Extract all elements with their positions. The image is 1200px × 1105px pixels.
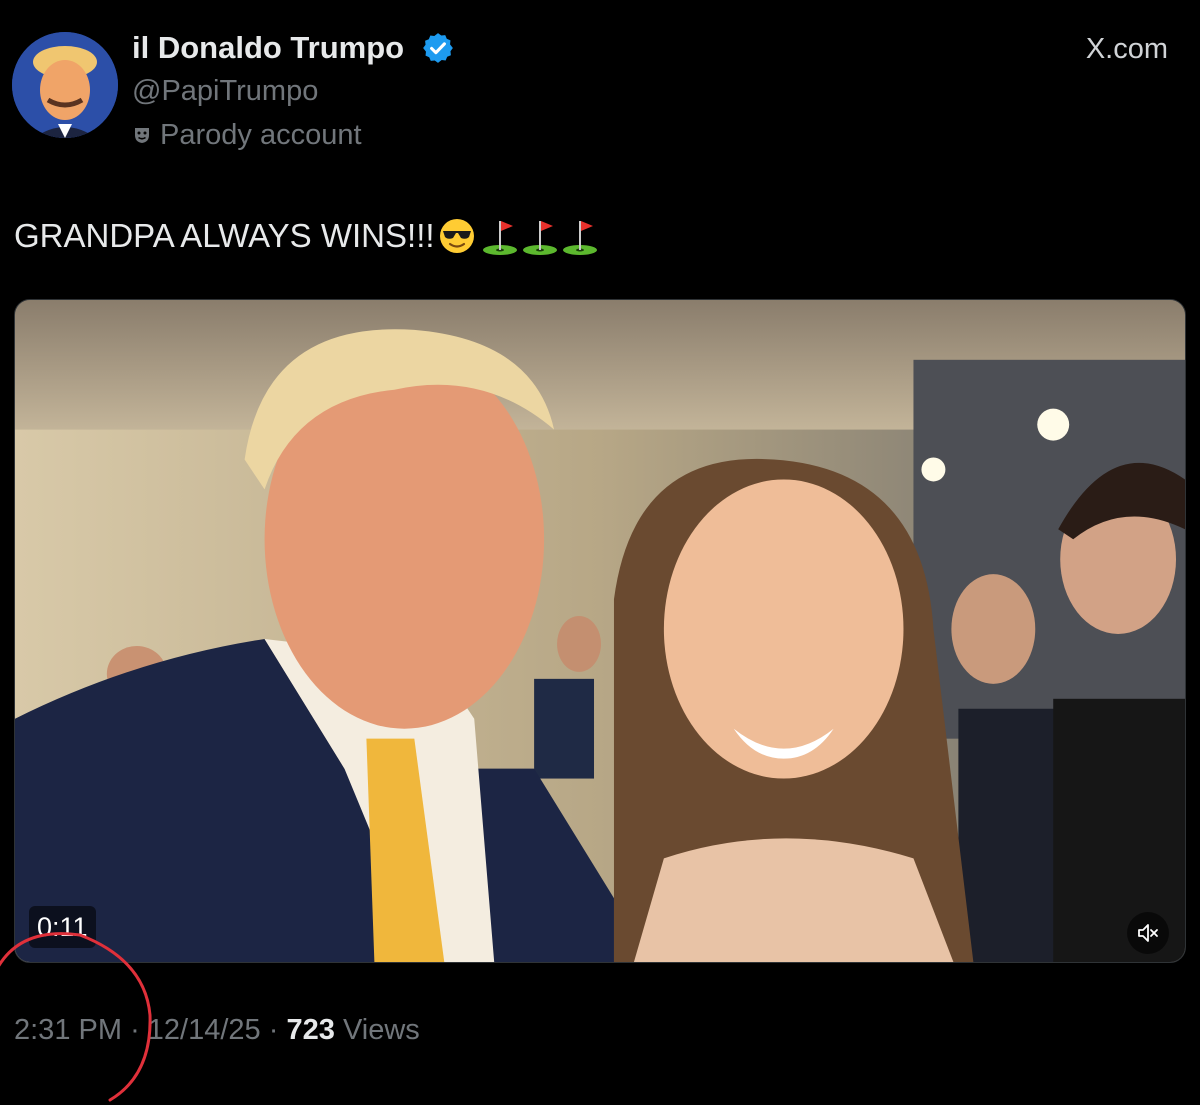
parody-label-row: Parody account xyxy=(132,116,362,154)
author-display-name[interactable]: il Donaldo Trumpo xyxy=(132,28,404,68)
tweet-body: GRANDPA ALWAYS WINS!!! xyxy=(14,217,435,254)
avatar[interactable] xyxy=(12,32,118,138)
mute-button[interactable] xyxy=(1127,912,1169,954)
video-player[interactable]: 0:11 xyxy=(14,299,1186,963)
flag-in-hole-emoji-icon xyxy=(482,221,517,255)
emoji-row xyxy=(439,216,599,256)
views-label: Views xyxy=(342,1014,420,1046)
meta-separator: · xyxy=(268,1014,279,1046)
post-meta: 2:31 PM · 12/14/25 · 723 Views xyxy=(14,1010,420,1050)
flag-in-hole-emoji-icon xyxy=(522,221,557,255)
verified-badge-icon xyxy=(423,33,453,63)
tweet-text: GRANDPA ALWAYS WINS!!! xyxy=(14,214,599,258)
sunglasses-emoji-icon xyxy=(439,219,474,253)
theater-mask-icon xyxy=(135,128,149,143)
meta-separator: · xyxy=(130,1014,140,1046)
post-date[interactable]: 12/14/25 xyxy=(148,1014,261,1046)
avatar-image xyxy=(12,32,118,138)
post-time[interactable]: 2:31 PM xyxy=(14,1014,122,1046)
video-frame xyxy=(15,300,1185,962)
speaker-muted-icon xyxy=(1138,924,1158,942)
video-duration-badge: 0:11 xyxy=(29,906,96,948)
parody-account-label: Parody account xyxy=(160,119,362,151)
author-handle[interactable]: @PapiTrumpo xyxy=(132,72,318,110)
views-count: 723 xyxy=(286,1014,335,1046)
source-watermark: X.com xyxy=(1085,33,1168,65)
flag-in-hole-emoji-icon xyxy=(562,221,597,255)
